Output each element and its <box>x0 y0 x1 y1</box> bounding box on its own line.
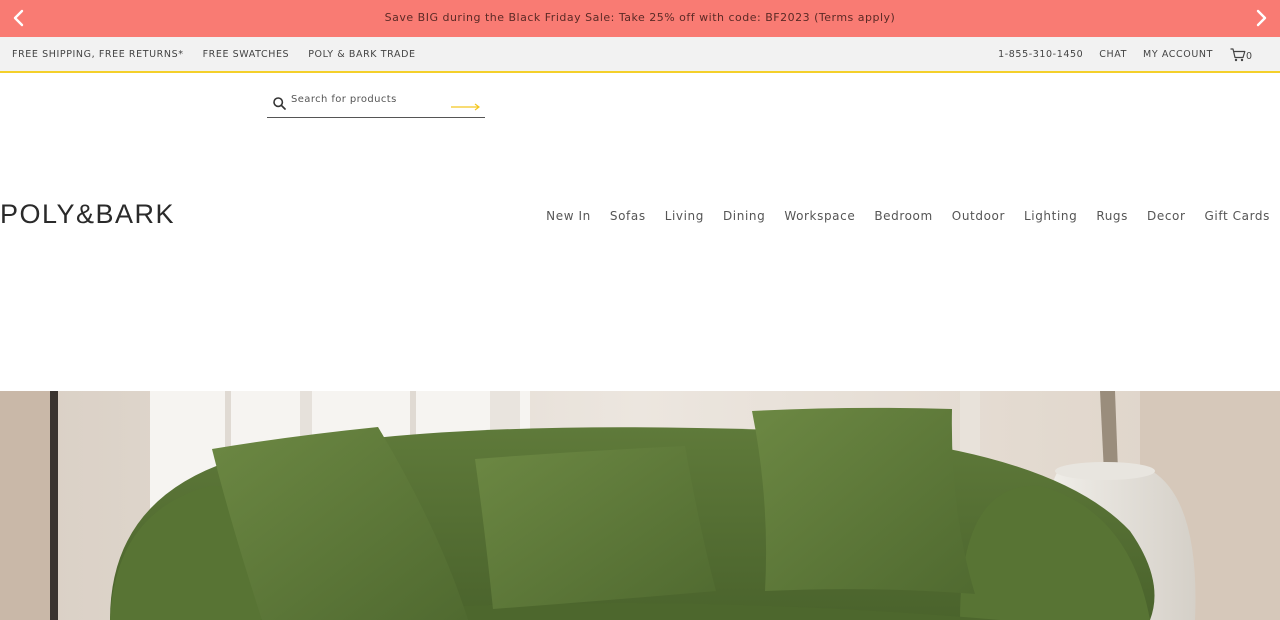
nav-item-gift-cards[interactable]: Gift Cards <box>1205 209 1271 223</box>
promo-text[interactable]: Save BIG during the Black Friday Sale: T… <box>0 11 1280 24</box>
search-bar <box>267 91 485 118</box>
free-shipping-link[interactable]: FREE SHIPPING, FREE RETURNS* <box>12 49 184 60</box>
search-input[interactable] <box>291 94 451 105</box>
brand-logo[interactable]: POLY&BARK <box>0 199 175 230</box>
hero-image[interactable] <box>0 391 1280 620</box>
nav-item-rugs[interactable]: Rugs <box>1096 209 1128 223</box>
nav-item-dining[interactable]: Dining <box>723 209 765 223</box>
nav-item-living[interactable]: Living <box>665 209 704 223</box>
free-swatches-link[interactable]: FREE SWATCHES <box>203 49 290 60</box>
cart-count: 0 <box>1245 51 1252 62</box>
arrow-right-icon[interactable] <box>451 96 481 115</box>
utility-bar: FREE SHIPPING, FREE RETURNS* FREE SWATCH… <box>0 37 1280 73</box>
nav-item-bedroom[interactable]: Bedroom <box>874 209 932 223</box>
trade-link[interactable]: POLY & BARK TRADE <box>308 49 415 60</box>
chevron-right-icon[interactable] <box>1250 7 1272 29</box>
nav-item-new-in[interactable]: New In <box>546 209 591 223</box>
nav-item-decor[interactable]: Decor <box>1147 209 1186 223</box>
cart-icon <box>1230 47 1246 66</box>
cart-button[interactable]: 0 <box>1230 47 1252 66</box>
nav-item-workspace[interactable]: Workspace <box>784 209 855 223</box>
phone-link[interactable]: 1-855-310-1450 <box>998 49 1083 60</box>
nav-item-lighting[interactable]: Lighting <box>1024 209 1077 223</box>
main-nav: New In Sofas Living Dining Workspace Bed… <box>546 209 1270 223</box>
nav-item-sofas[interactable]: Sofas <box>610 209 646 223</box>
chat-link[interactable]: CHAT <box>1099 49 1127 60</box>
promo-bar: Save BIG during the Black Friday Sale: T… <box>0 0 1280 37</box>
search-icon <box>273 95 286 114</box>
nav-item-outdoor[interactable]: Outdoor <box>952 209 1005 223</box>
my-account-link[interactable]: MY ACCOUNT <box>1143 49 1213 60</box>
